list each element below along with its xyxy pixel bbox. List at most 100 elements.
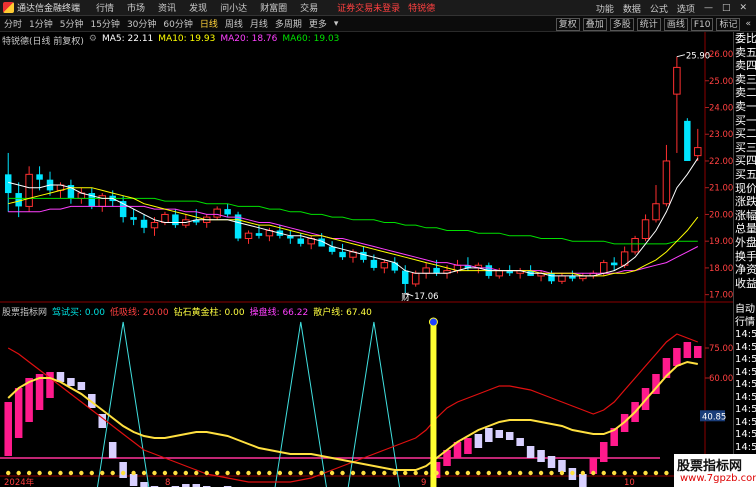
indicator-bar <box>673 348 681 366</box>
bottom-dot <box>434 470 439 476</box>
bottom-dot <box>256 470 262 476</box>
watermark-url: www.7gpzb.com <box>680 473 756 484</box>
bottom-dot <box>664 470 669 476</box>
candle-body <box>140 219 148 228</box>
close-icon[interactable]: ✕ <box>739 3 747 13</box>
bottom-dot <box>528 470 533 476</box>
price-tick-label: 21.00 <box>709 184 733 194</box>
bottom-dot <box>162 470 168 476</box>
indicator-bar <box>505 432 514 440</box>
tick-field-1: 行情 <box>735 316 755 328</box>
indicator-bar <box>67 378 75 386</box>
tick-field-5: 14:50 <box>735 366 756 378</box>
candle-body <box>433 267 440 274</box>
bottom-dot <box>141 470 147 476</box>
quote-field-3: 卖三 <box>735 72 756 86</box>
indicator-bar <box>77 382 86 390</box>
candle-body <box>244 232 253 240</box>
bottom-dot <box>403 470 408 476</box>
bottom-dot <box>423 470 429 476</box>
candle-body <box>558 275 566 282</box>
quote-field-10: 买五 <box>735 167 756 181</box>
date-label-aug: 8 <box>165 478 170 487</box>
price-tick-label: 17.00 <box>709 291 733 301</box>
bottom-dot <box>319 470 324 476</box>
tick-field-9: 14:50 <box>735 416 756 428</box>
high-price-label: 25.90 <box>686 52 710 62</box>
bottom-dot <box>47 470 53 476</box>
bottom-dot <box>538 470 544 476</box>
tick-field-6: 14:50 <box>735 379 756 391</box>
quote-field-11: 现价 <box>735 181 756 195</box>
bottom-dot <box>204 470 209 476</box>
bottom-dot <box>371 470 377 476</box>
date-label-sep: 9 <box>421 478 426 487</box>
candle-body <box>411 272 420 285</box>
candle-body <box>339 251 346 258</box>
bottom-dot <box>570 470 575 476</box>
indicator-bar <box>495 430 504 438</box>
sub-item-caopanxian: 操盘线: 66.22 <box>249 308 309 318</box>
bottom-dot <box>277 470 283 476</box>
bottom-dot <box>507 470 512 476</box>
watermark: 股票指标网 www.7gpzb.com <box>674 454 756 487</box>
quote-field-15: 外盘 <box>735 235 756 249</box>
candle-body <box>662 160 671 205</box>
golden-pillar-top <box>428 317 438 327</box>
candle-body <box>130 217 137 220</box>
candle-body <box>631 238 639 253</box>
event-marker[interactable]: 财 <box>401 292 410 303</box>
indicator-bar <box>526 446 535 458</box>
ma10-label: MA10: 19.93 <box>158 34 216 44</box>
quote-field-5: 卖一 <box>735 99 756 113</box>
bottom-dot <box>235 470 241 476</box>
sub-current-label: 40.85 <box>702 412 726 422</box>
bottom-dot <box>329 470 335 476</box>
tick-field-4: 14:50 <box>735 354 756 366</box>
indicator-bar <box>579 474 587 487</box>
candle-body <box>161 213 169 223</box>
indicator-bar <box>537 450 545 462</box>
quote-field-0: 委比 <box>735 32 756 45</box>
candle-body <box>610 262 618 266</box>
bottom-dot <box>183 470 189 476</box>
ma60-label: MA60: 19.03 <box>282 34 340 44</box>
bottom-dot <box>89 470 95 476</box>
bottom-dot <box>131 470 136 476</box>
sub-item-zuanshi: 钻石黄金柱: 0.00 <box>173 308 245 318</box>
price-tick-label: 25.00 <box>709 77 733 87</box>
bottom-dot <box>444 470 450 476</box>
bottom-dot <box>68 470 74 476</box>
collapse-icon[interactable]: « <box>743 18 753 31</box>
quote-field-17: 净资 <box>735 263 756 277</box>
sub-item-jiashimai: 驾试买: 0.00 <box>52 308 105 318</box>
bottom-dot <box>517 470 523 476</box>
indicator-bar <box>547 456 556 468</box>
watermark-title: 股票指标网 <box>677 459 743 474</box>
bottom-dot <box>622 470 627 476</box>
bottom-dot <box>340 470 345 476</box>
tick-field-7: 14:50 <box>735 391 756 403</box>
bottom-dot <box>486 470 492 476</box>
quote-fields-top: 委比 卖五 卖四 卖三 卖二 卖一 买一 买二 买三 买四 买五 现价 涨跌 涨幅 总量 外盘 换手 净资 收益 <box>734 32 756 290</box>
bottom-dot <box>465 470 471 476</box>
quote-side-panel: 委比 卖五 卖四 卖三 卖二 卖一 买一 买二 买三 买四 买五 现价 涨跌 涨幅 总量 外盘 换手 净资 收益 自… <box>733 32 756 487</box>
bottom-dot <box>601 470 606 476</box>
bottom-dot <box>26 470 32 476</box>
sub-indicator-title[interactable]: 股票指标网 <box>2 305 47 318</box>
quote-field-13: 涨幅 <box>735 208 756 222</box>
kline-chart[interactable]: 26.00 25.00 24.00 23.00 22.00 21.00 20.00 19.00… <box>0 0 733 487</box>
indicator-bar <box>140 482 148 487</box>
sub-tick-label: 75.00 <box>709 344 733 354</box>
settings-icon[interactable]: ⚙ <box>89 34 97 46</box>
bottom-dot <box>632 470 638 476</box>
candle-body <box>600 262 608 274</box>
price-tick-label: 19.00 <box>709 237 733 247</box>
bottom-dot <box>653 470 659 476</box>
bottom-dot <box>643 470 648 476</box>
bottom-dot <box>37 470 42 476</box>
sub-chart-info: 股票指标网 驾试买: 0.00 低吸线: 20.00 钻石黄金柱: 0.00 操… <box>2 305 377 318</box>
bottom-dot <box>549 470 554 476</box>
price-tick-label: 23.00 <box>709 130 733 140</box>
quote-field-7: 买二 <box>735 127 756 141</box>
